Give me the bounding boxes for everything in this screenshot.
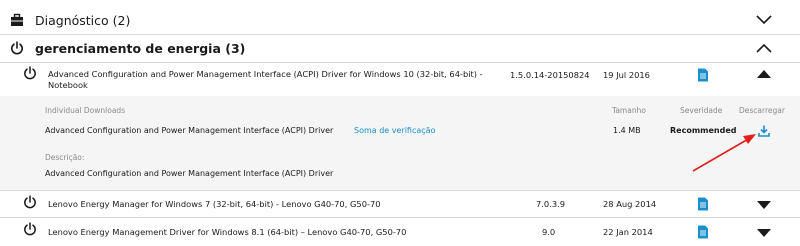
- individual-downloads-header: Individual Downloads: [45, 106, 126, 115]
- power-icon: [24, 66, 36, 80]
- category-diagnostico[interactable]: Diagnóstico (2): [0, 6, 800, 34]
- chevron-up-icon[interactable]: [756, 43, 772, 53]
- severity-header: Severidade: [680, 106, 723, 115]
- size-header: Tamanho: [612, 106, 646, 115]
- document-icon[interactable]: [697, 225, 709, 239]
- driver-name[interactable]: Lenovo Energy Manager for Windows 7 (32-…: [48, 199, 381, 210]
- document-icon[interactable]: [697, 197, 709, 211]
- caret-down-icon[interactable]: [757, 229, 771, 237]
- power-icon: [24, 222, 36, 236]
- driver-row[interactable]: Lenovo Energy Management Driver for Wind…: [0, 217, 800, 246]
- caret-down-icon[interactable]: [757, 201, 771, 209]
- driver-row[interactable]: Lenovo Energy Manager for Windows 7 (32-…: [0, 190, 800, 217]
- driver-version: 9.0: [542, 227, 556, 237]
- driver-version: 7.0.3.9: [536, 199, 566, 209]
- chevron-down-icon[interactable]: [756, 15, 772, 25]
- annotation-arrow: [692, 134, 756, 172]
- file-size: 1.4 MB: [613, 126, 641, 135]
- document-icon[interactable]: [697, 68, 709, 82]
- driver-version: 1.5.0.14-20150824: [510, 70, 590, 80]
- category-power-management[interactable]: gerenciamento de energia (3): [0, 34, 800, 62]
- power-icon: [24, 195, 36, 209]
- download-header: Descarregar: [739, 106, 785, 115]
- driver-date: 22 Jan 2014: [603, 227, 653, 237]
- power-icon: [11, 41, 23, 55]
- driver-date: 19 Jul 2016: [603, 70, 650, 80]
- file-name: Advanced Configuration and Power Managem…: [45, 126, 334, 135]
- caret-up-icon[interactable]: [757, 70, 771, 78]
- category-title: gerenciamento de energia (3): [35, 40, 246, 56]
- driver-date: 28 Aug 2014: [603, 199, 657, 209]
- description-text: Advanced Configuration and Power Managem…: [45, 169, 334, 178]
- checksum-link[interactable]: Soma de verificação: [354, 126, 435, 135]
- category-title: Diagnóstico (2): [35, 12, 131, 28]
- description-label: Descrição:: [45, 153, 85, 162]
- driver-row[interactable]: Advanced Configuration and Power Managem…: [0, 62, 800, 96]
- briefcase-icon: [11, 13, 23, 26]
- driver-name[interactable]: Advanced Configuration and Power Managem…: [48, 69, 498, 91]
- driver-name[interactable]: Lenovo Energy Management Driver for Wind…: [48, 227, 406, 238]
